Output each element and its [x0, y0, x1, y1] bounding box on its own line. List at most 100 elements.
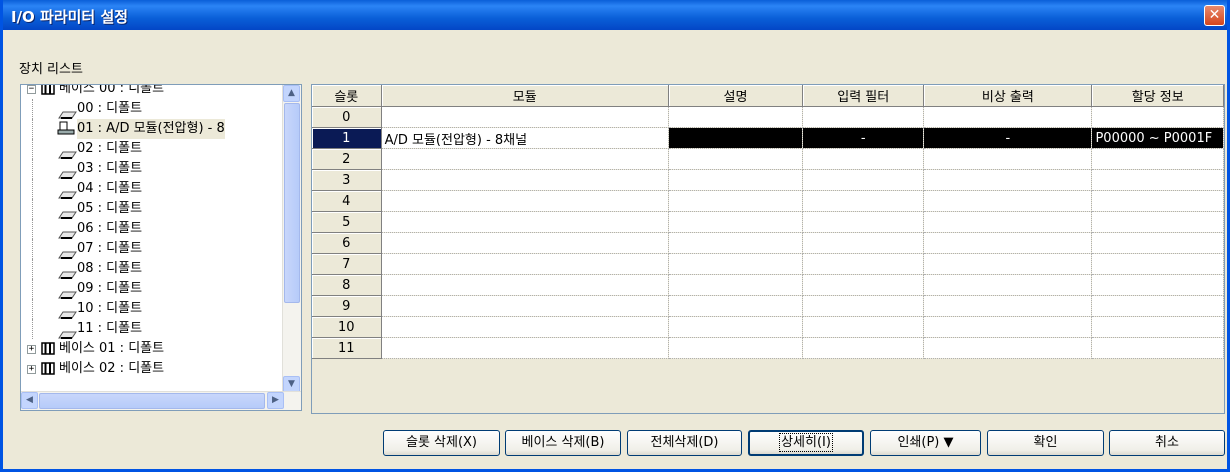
cell-emergency-output[interactable] — [923, 295, 1093, 317]
cell-emergency-output[interactable] — [923, 253, 1093, 275]
cell-input-filter[interactable] — [802, 148, 925, 170]
cell-slot[interactable]: 8 — [312, 274, 382, 296]
scroll-right-button[interactable]: ▶ — [267, 392, 284, 409]
header-input-filter[interactable]: 입력 필터 — [802, 85, 925, 107]
grid-row[interactable]: 9 — [312, 295, 1224, 317]
cell-allocation[interactable] — [1091, 232, 1224, 254]
cell-allocation[interactable] — [1091, 148, 1224, 170]
tree-slot-node[interactable]: 10 : 디폴트 — [21, 299, 283, 319]
cell-slot[interactable]: 0 — [312, 106, 382, 128]
header-emergency-output[interactable]: 비상 출력 — [923, 85, 1093, 107]
scroll-up-button[interactable]: ▲ — [283, 85, 300, 102]
header-description[interactable]: 설명 — [668, 85, 804, 107]
cell-slot[interactable]: 9 — [312, 295, 382, 317]
cell-description[interactable] — [668, 127, 804, 149]
cell-slot[interactable]: 1 — [312, 127, 382, 149]
header-module[interactable]: 모듈 — [381, 85, 669, 107]
cell-allocation[interactable] — [1091, 316, 1224, 338]
cell-allocation[interactable] — [1091, 169, 1224, 191]
cell-input-filter[interactable] — [802, 106, 925, 128]
tree-slot-node[interactable]: 03 : 디폴트 — [21, 159, 283, 179]
cell-slot[interactable]: 4 — [312, 190, 382, 212]
cell-slot[interactable]: 6 — [312, 232, 382, 254]
cell-module[interactable] — [381, 169, 669, 191]
cell-description[interactable] — [668, 148, 804, 170]
title-bar[interactable]: I/O 파라미터 설정 ✕ — [3, 0, 1227, 30]
tree-base-node[interactable]: + 베이스 02 : 디폴트 — [21, 359, 283, 379]
cell-input-filter[interactable] — [802, 316, 925, 338]
tree-slot-node[interactable]: 05 : 디폴트 — [21, 199, 283, 219]
cell-module[interactable] — [381, 211, 669, 233]
scroll-left-button[interactable]: ◀ — [21, 392, 38, 409]
cell-allocation[interactable] — [1091, 337, 1224, 359]
device-tree[interactable]: − 베이스 00 : 디폴트 00 : 디폴트 01 : A/D 모듈(전압형) - … — [20, 84, 302, 411]
cell-slot[interactable]: 11 — [312, 337, 382, 359]
cell-input-filter[interactable] — [802, 169, 925, 191]
grid-row[interactable]: 5 — [312, 211, 1224, 233]
cell-emergency-output[interactable] — [923, 169, 1093, 191]
cell-allocation[interactable] — [1091, 295, 1224, 317]
cell-module[interactable] — [381, 337, 669, 359]
cell-module[interactable] — [381, 148, 669, 170]
cell-slot[interactable]: 7 — [312, 253, 382, 275]
cell-emergency-output[interactable] — [923, 274, 1093, 296]
grid-row[interactable]: 10 — [312, 316, 1224, 338]
cell-description[interactable] — [668, 295, 804, 317]
vertical-scroll-thumb[interactable] — [284, 103, 300, 303]
cell-description[interactable] — [668, 253, 804, 275]
expander-icon[interactable]: + — [27, 365, 36, 374]
cell-emergency-output[interactable] — [923, 337, 1093, 359]
cell-allocation[interactable] — [1091, 190, 1224, 212]
cell-input-filter[interactable] — [802, 295, 925, 317]
grid-row[interactable]: 3 — [312, 169, 1224, 191]
grid-row[interactable]: 4 — [312, 190, 1224, 212]
cell-module[interactable] — [381, 190, 669, 212]
cell-description[interactable] — [668, 169, 804, 191]
grid-row[interactable]: 8 — [312, 274, 1224, 296]
cancel-button[interactable]: 취소 — [1109, 430, 1225, 456]
cell-description[interactable] — [668, 316, 804, 338]
cell-module[interactable] — [381, 232, 669, 254]
cell-module[interactable] — [381, 316, 669, 338]
grid-row[interactable]: 1 A/D 모듈(전압형) - 8채널 - - P00000 ~ P0001F — [312, 127, 1224, 149]
tree-slot-node[interactable]: 06 : 디폴트 — [21, 219, 283, 239]
cell-input-filter[interactable] — [802, 232, 925, 254]
grid-row[interactable]: 2 — [312, 148, 1224, 170]
cell-module[interactable] — [381, 253, 669, 275]
cell-description[interactable] — [668, 232, 804, 254]
cell-input-filter[interactable]: - — [802, 127, 925, 149]
cell-description[interactable] — [668, 337, 804, 359]
grid-row[interactable]: 6 — [312, 232, 1224, 254]
cell-module[interactable]: A/D 모듈(전압형) - 8채널 — [381, 127, 669, 149]
cell-input-filter[interactable] — [802, 337, 925, 359]
tree-slot-node[interactable]: 01 : A/D 모듈(전압형) - 8 — [21, 119, 283, 139]
grid-row[interactable]: 11 — [312, 337, 1224, 359]
cell-slot[interactable]: 2 — [312, 148, 382, 170]
cell-description[interactable] — [668, 211, 804, 233]
horizontal-scroll-thumb[interactable] — [39, 393, 265, 409]
cell-emergency-output[interactable] — [923, 232, 1093, 254]
cell-emergency-output[interactable] — [923, 211, 1093, 233]
details-button[interactable]: 상세히(I) — [748, 430, 864, 456]
close-button[interactable]: ✕ — [1204, 5, 1225, 26]
tree-slot-node[interactable]: 04 : 디폴트 — [21, 179, 283, 199]
cell-module[interactable] — [381, 295, 669, 317]
cell-description[interactable] — [668, 274, 804, 296]
cell-emergency-output[interactable] — [923, 106, 1093, 128]
cell-allocation[interactable]: P00000 ~ P0001F — [1091, 127, 1224, 149]
expander-icon[interactable]: + — [27, 345, 36, 354]
cell-input-filter[interactable] — [802, 274, 925, 296]
cell-emergency-output[interactable] — [923, 316, 1093, 338]
cell-emergency-output[interactable]: - — [923, 127, 1093, 149]
tree-base-node[interactable]: + 베이스 01 : 디폴트 — [21, 339, 283, 359]
cell-slot[interactable]: 10 — [312, 316, 382, 338]
cell-description[interactable] — [668, 190, 804, 212]
cell-emergency-output[interactable] — [923, 148, 1093, 170]
tree-horizontal-scrollbar[interactable]: ◀ ▶ — [21, 391, 301, 410]
cell-slot[interactable]: 3 — [312, 169, 382, 191]
grid-row[interactable]: 7 — [312, 253, 1224, 275]
tree-vertical-scrollbar[interactable]: ▲ ▼ — [282, 85, 301, 393]
cell-emergency-output[interactable] — [923, 190, 1093, 212]
cell-input-filter[interactable] — [802, 190, 925, 212]
cell-allocation[interactable] — [1091, 274, 1224, 296]
